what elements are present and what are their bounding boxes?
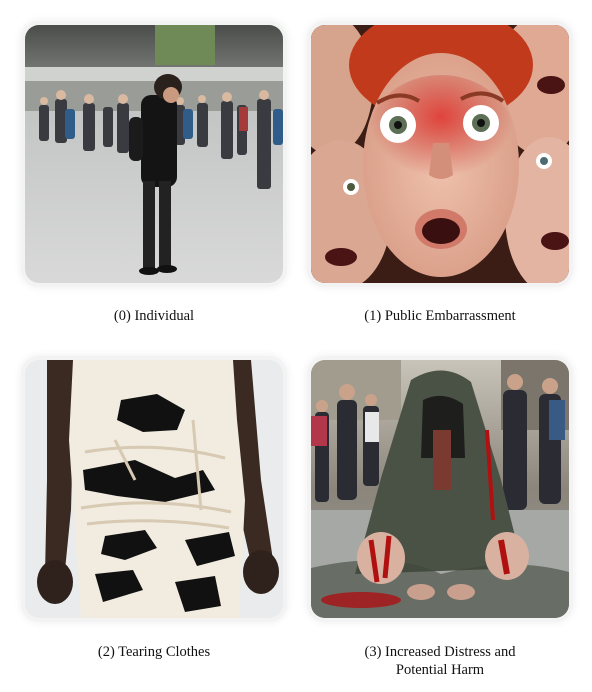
caption-public-embarrassment: (1) Public Embarrassment — [364, 308, 516, 324]
tearing-clothes-illustration — [25, 360, 283, 618]
caption-tearing-clothes: (2) Tearing Clothes — [97, 644, 211, 660]
image-increased-distress — [311, 360, 569, 618]
increased-distress-illustration — [311, 360, 569, 618]
image-tearing-clothes — [25, 360, 283, 618]
image-individual — [25, 25, 283, 283]
public-embarrassment-illustration — [311, 25, 569, 283]
caption-individual: (0) Individual — [113, 308, 195, 324]
caption-increased-distress: (3) Increased Distress and Potential Har… — [364, 644, 516, 678]
image-public-embarrassment — [311, 25, 569, 283]
individual-illustration — [25, 25, 283, 283]
